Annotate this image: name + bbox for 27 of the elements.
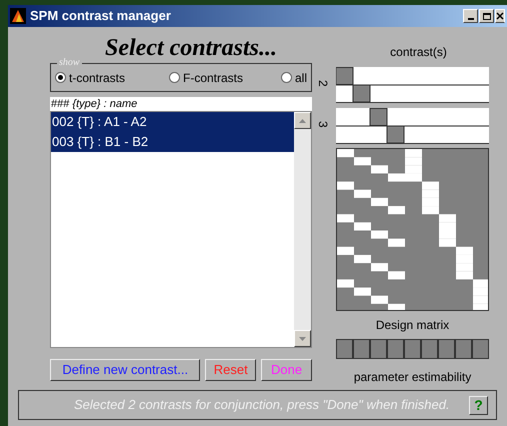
minimize-button[interactable] [463, 9, 478, 23]
scrollbar[interactable] [294, 112, 311, 347]
scroll-up-button[interactable] [294, 112, 311, 129]
list-item[interactable]: 003 {T} : B1 - B2 [51, 132, 294, 152]
estimability-label: parameter estimability [354, 369, 472, 386]
window-title: SPM contrast manager [30, 7, 171, 26]
heading: Select contrasts... [105, 34, 278, 63]
app-logo-icon [10, 8, 26, 24]
close-icon [496, 12, 504, 20]
radio-option[interactable]: t-contrasts [55, 68, 165, 86]
radio-option[interactable]: all [280, 68, 307, 86]
design-matrix-label: Design matrix [376, 317, 450, 334]
up-arrow-icon [299, 118, 306, 122]
minimize-icon [468, 18, 474, 20]
list-header: ### {type} : name [50, 97, 312, 111]
maximize-button[interactable] [479, 9, 494, 23]
radio-option[interactable]: F-contrasts [169, 68, 274, 86]
contrast-title: contrast(s) [390, 44, 447, 61]
status-text: Selected 2 contrasts for conjunction, press "Done" when finished. [74, 396, 450, 414]
scroll-down-button[interactable] [294, 330, 311, 347]
action-button[interactable]: Define new contrast... [50, 359, 200, 381]
contrast-number: 2 [315, 80, 331, 89]
down-arrow-icon [299, 336, 306, 340]
maximize-icon [482, 12, 490, 20]
contrast-number: 3 [315, 121, 331, 130]
list-item[interactable]: 002 {T} : A1 - A2 [51, 112, 294, 132]
close-button[interactable] [495, 9, 505, 23]
